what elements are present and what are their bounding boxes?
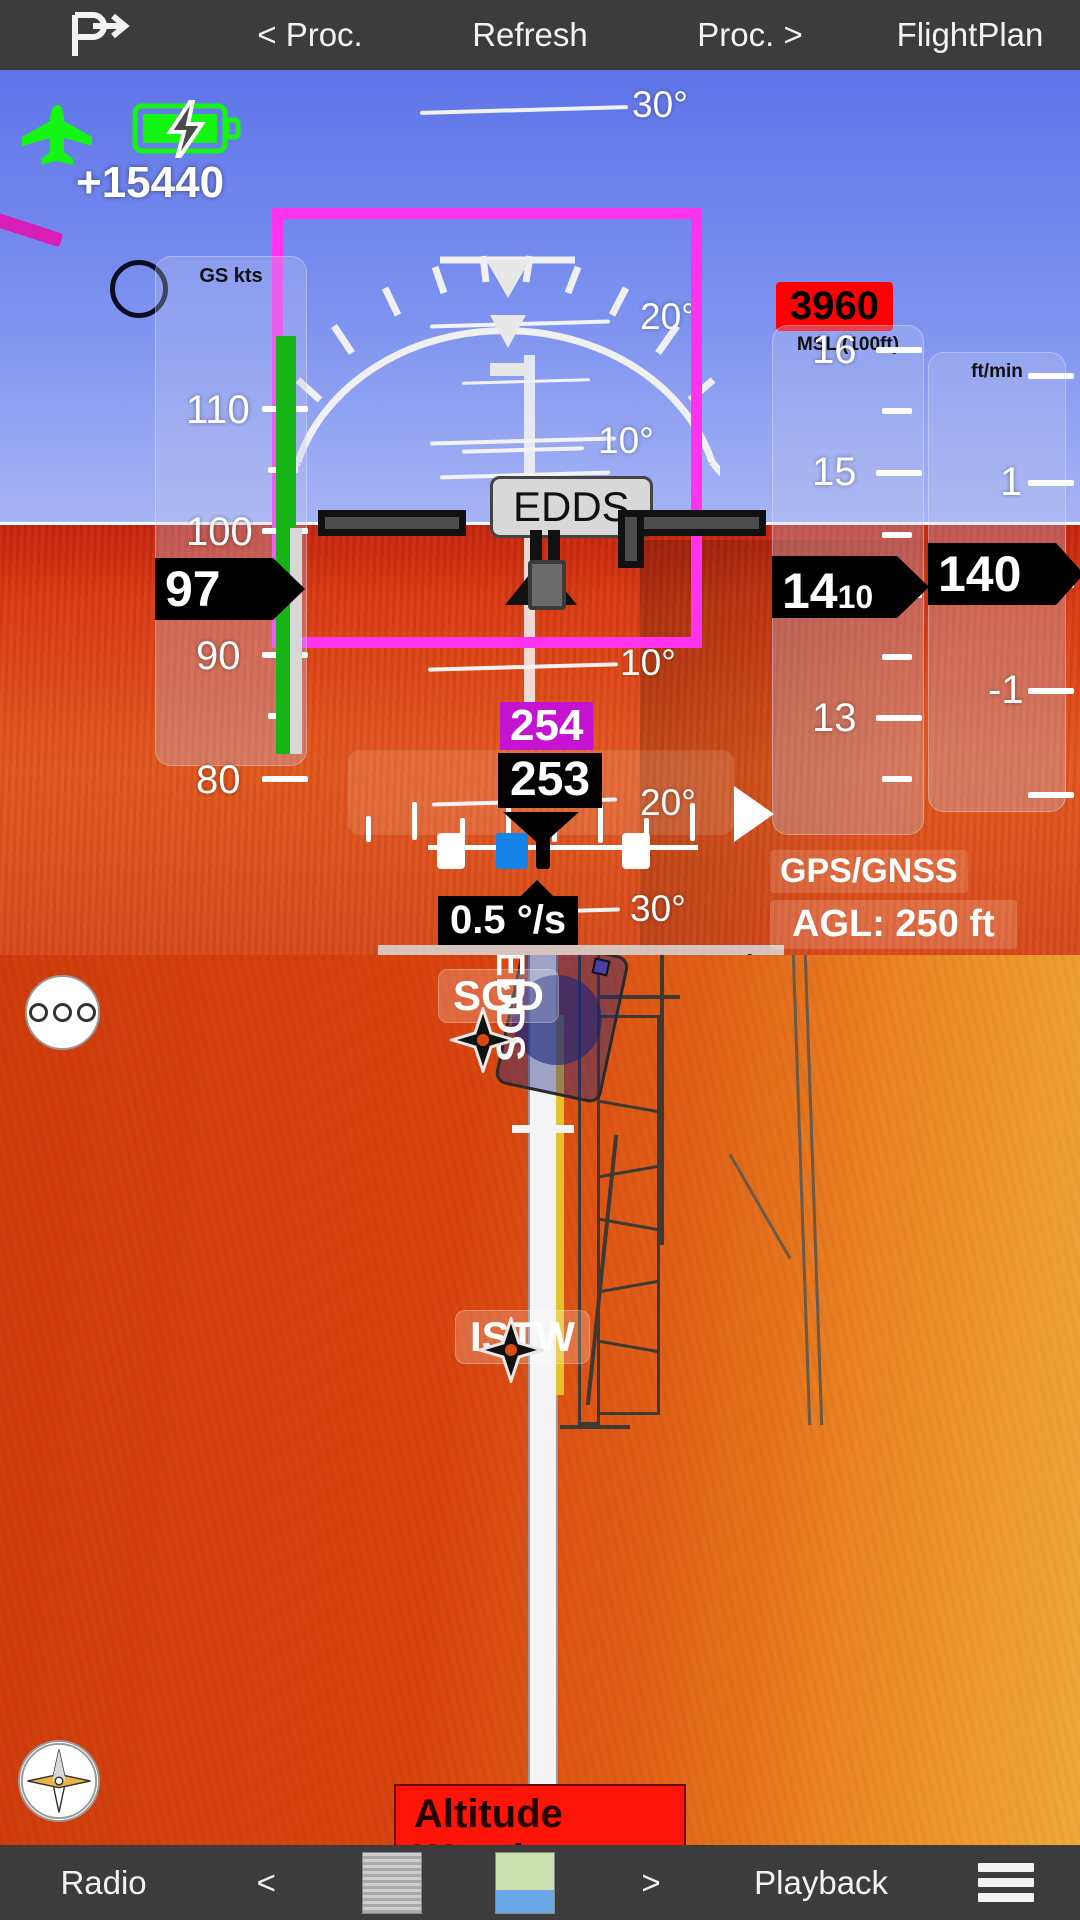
navaid-star-icon-istw — [478, 1317, 544, 1383]
hamburger-menu-icon[interactable] — [932, 1857, 1080, 1908]
battery-charging-icon — [132, 100, 241, 158]
vertical-speed-value: 140 — [938, 546, 1022, 602]
cdi-scale-line — [428, 845, 698, 850]
cdi-marker-left — [437, 833, 465, 869]
destination-info-bar: EDDS 0.4NM 00:00h — [378, 945, 784, 955]
current-heading-value: 253 — [498, 753, 603, 808]
map-thumbnail-icon[interactable] — [459, 1851, 592, 1914]
agl-label: AGL: 250 ft — [770, 900, 1017, 949]
gps-source-label: GPS/GNSS — [770, 850, 968, 893]
aviation-efb-screen: < Proc. Refresh Proc. > FlightPlan 30° 2… — [0, 0, 1080, 1920]
flight-path-guidance-box — [272, 208, 702, 648]
navaid-star-icon-sgd — [450, 1007, 516, 1073]
aircraft-symbol-left-wing — [318, 510, 466, 536]
alt-tick-13: 13 — [812, 696, 857, 740]
prev-page-button[interactable]: < — [207, 1864, 325, 1902]
airport-marker-square — [591, 957, 611, 977]
vsi-tape-title: ft/min — [971, 361, 1023, 382]
runway-threshold-bar — [512, 1125, 574, 1133]
prev-proc-button[interactable]: < Proc. — [200, 16, 420, 54]
groundspeed-value-flag: 97 — [155, 558, 273, 620]
altitude-alert-badge: 3960 — [776, 282, 893, 331]
parking-arrow-icon[interactable] — [0, 12, 200, 58]
turn-rate-value: 0.5 °/s — [438, 896, 579, 945]
speed-tick-90: 90 — [196, 634, 241, 678]
vertical-speed-value-flag: 140 — [928, 543, 1056, 605]
checklist-thumbnail-icon[interactable] — [325, 1851, 458, 1914]
taxiway-loop — [598, 1015, 660, 1415]
pitch-label-30-up: 30° — [632, 84, 688, 125]
moving-map[interactable]: EDDS SGD ISTW RW25 25 E S N D C B A 010D… — [0, 955, 1080, 1845]
cdi-marker-right — [622, 833, 650, 869]
flight-director-box — [528, 560, 566, 610]
heading-direction-arrow — [734, 786, 774, 842]
green-aircraft-icon — [22, 105, 92, 165]
pitch-label-30-down: 30° — [630, 888, 686, 929]
vsi-tick-1: 1 — [1000, 460, 1023, 504]
refresh-button[interactable]: Refresh — [420, 16, 640, 54]
cdi-deviation-bar — [496, 833, 528, 869]
compass-rose-icon[interactable] — [18, 1740, 100, 1822]
alt-tick-15: 15 — [812, 450, 857, 494]
selected-heading-value: 254 — [500, 702, 594, 750]
altitude-value-sub: 10 — [837, 579, 874, 615]
playback-button[interactable]: Playback — [710, 1864, 932, 1902]
top-toolbar: < Proc. Refresh Proc. > FlightPlan — [0, 0, 1080, 70]
next-page-button[interactable]: > — [592, 1864, 710, 1902]
speed-tick-110: 110 — [186, 388, 250, 432]
bottom-toolbar: Radio < > Playback — [0, 1845, 1080, 1920]
groundspeed-value: 97 — [165, 561, 221, 617]
vertical-offset-label: +15440 — [76, 158, 225, 207]
radio-button[interactable]: Radio — [0, 1864, 207, 1902]
altitude-value-flag: 14 10 — [772, 556, 897, 618]
groundspeed-tape-title: GS kts — [199, 265, 263, 287]
cdi-center-marker — [536, 833, 550, 869]
primary-flight-display[interactable]: 30° 20° 10° 10° 20° 30° +15440 GS kts 11… — [0, 70, 1080, 955]
flightplan-button[interactable]: FlightPlan — [860, 16, 1080, 54]
vsi-tick-minus-1: -1 — [988, 668, 1024, 712]
alt-tick-16: 16 — [812, 328, 857, 372]
aircraft-symbol-right-tail — [618, 510, 644, 568]
more-options-icon[interactable] — [25, 975, 100, 1050]
pitch-label-10-down: 10° — [620, 642, 676, 683]
next-proc-button[interactable]: Proc. > — [640, 16, 860, 54]
speed-tick-100: 100 — [186, 510, 253, 554]
altitude-value-main: 14 — [782, 563, 838, 619]
speed-tick-80: 80 — [196, 758, 241, 802]
